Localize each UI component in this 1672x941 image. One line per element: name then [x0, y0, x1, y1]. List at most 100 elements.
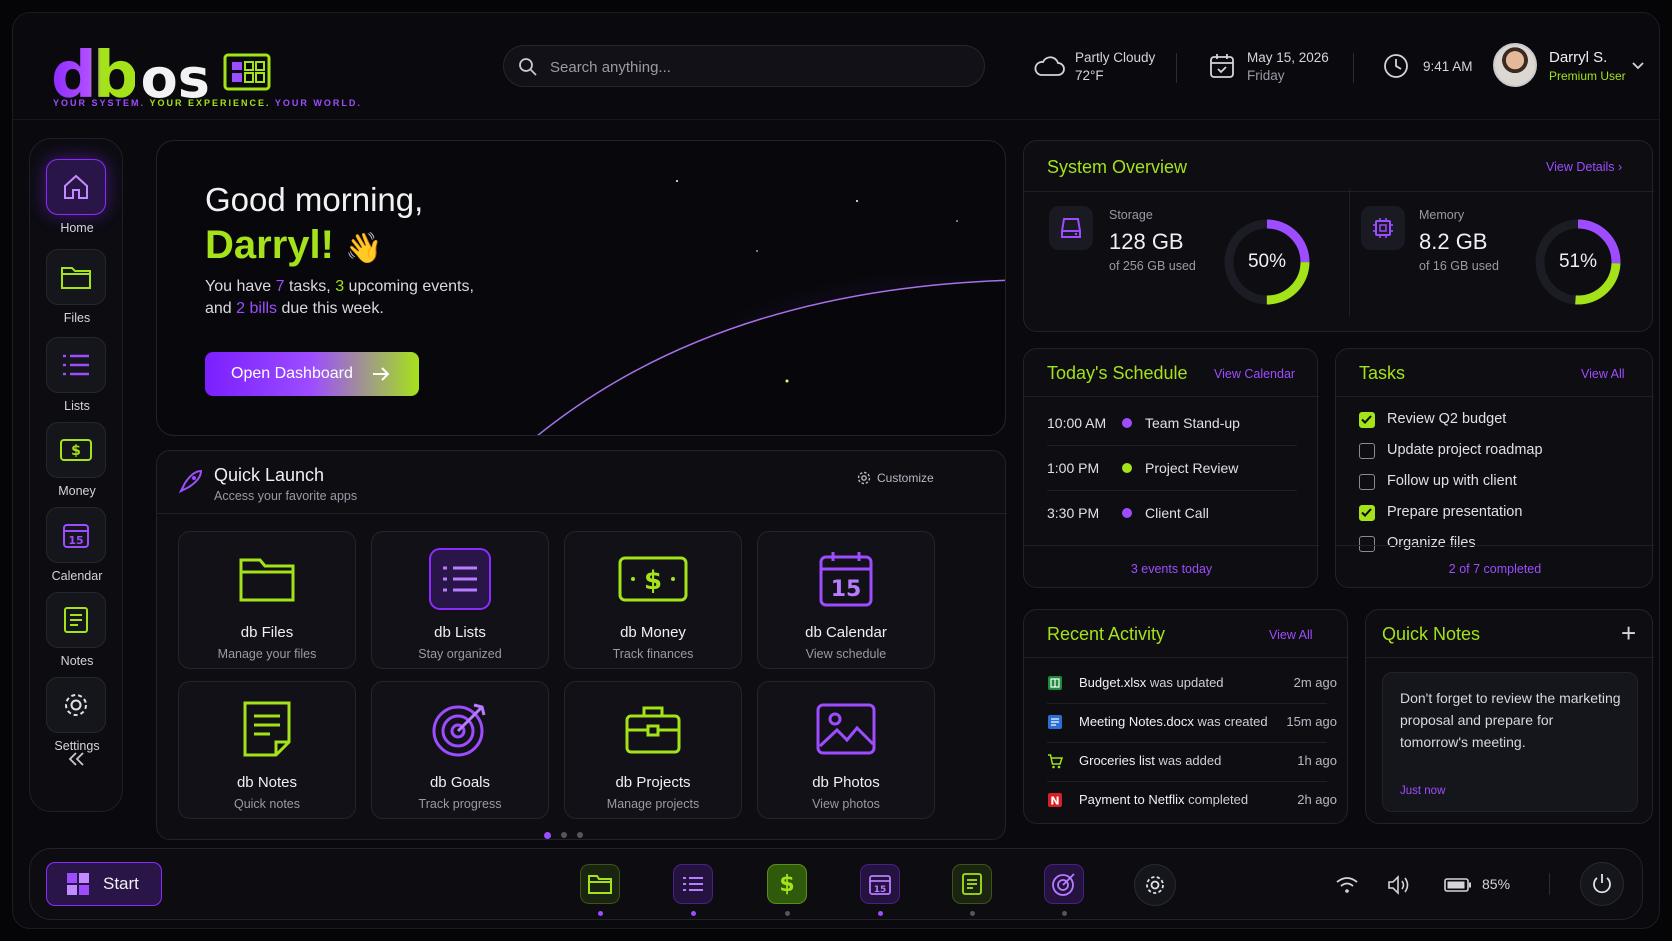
- volume-icon[interactable]: [1387, 875, 1411, 895]
- sidebar-item-settings[interactable]: Settings: [46, 677, 108, 753]
- date-widget[interactable]: May 15, 2026 Friday: [1247, 49, 1329, 85]
- open-dashboard-button[interactable]: Open Dashboard: [205, 352, 419, 396]
- app-db-notes[interactable]: db Notes Quick notes: [178, 681, 356, 819]
- target-icon: [432, 703, 486, 757]
- schedule-event[interactable]: 3:30 PM Client Call: [1047, 505, 1209, 521]
- quick-launch-panel: Quick Launch Access your favorite apps C…: [156, 450, 1007, 840]
- netflix-icon: N: [1048, 793, 1062, 808]
- notes-icon: [962, 873, 982, 895]
- task-item[interactable]: Prepare presentation: [1359, 504, 1629, 524]
- start-button[interactable]: Start: [46, 862, 162, 906]
- target-icon: [1052, 873, 1075, 896]
- spreadsheet-icon: [1048, 676, 1062, 690]
- desktop-frame: db os YOUR SYSTEM. YOUR EXPERIENCE. YOUR …: [12, 12, 1660, 929]
- taskbar-settings[interactable]: [1134, 864, 1176, 906]
- activity-item[interactable]: Meeting Notes.docx was created 15m ago: [1047, 713, 1337, 733]
- chevron-down-icon[interactable]: [1631, 61, 1645, 71]
- quick-notes-title: Quick Notes: [1382, 624, 1481, 644]
- task-item[interactable]: Review Q2 budget: [1359, 411, 1629, 431]
- activity-subject: Budget.xlsx: [1079, 675, 1147, 690]
- taskbar-calendar[interactable]: 15: [860, 864, 900, 904]
- avatar[interactable]: [1493, 43, 1537, 87]
- schedule-panel: Today's Schedule View Calendar 10:00 AM …: [1023, 348, 1319, 588]
- schedule-title: Today's Schedule: [1047, 363, 1188, 383]
- wifi-icon[interactable]: [1335, 876, 1359, 894]
- search-input[interactable]: [550, 55, 950, 79]
- sidebar-item-calendar[interactable]: 15 Calendar: [46, 507, 108, 583]
- power-icon: [1593, 874, 1611, 894]
- task-item[interactable]: Follow up with client: [1359, 473, 1629, 493]
- taskbar-notes[interactable]: [952, 864, 992, 904]
- user-menu[interactable]: Darryl S. Premium User: [1549, 49, 1626, 85]
- sidebar-item-home[interactable]: Home: [46, 159, 108, 235]
- view-all-tasks-link[interactable]: View All: [1581, 367, 1625, 381]
- activity-time: 2h ago: [1297, 792, 1337, 807]
- customize-button[interactable]: Customize: [857, 471, 934, 485]
- schedule-event[interactable]: 10:00 AM Team Stand-up: [1047, 415, 1240, 431]
- gear-icon: [1146, 876, 1164, 894]
- monitor-logo-icon: [223, 53, 271, 91]
- search-bar[interactable]: [503, 45, 985, 87]
- dollar-icon: $: [779, 871, 795, 897]
- sidebar-item-files[interactable]: Files: [46, 249, 108, 325]
- pagination-dots[interactable]: [544, 832, 583, 839]
- app-db-photos[interactable]: db Photos View photos: [757, 681, 935, 819]
- taskbar-money[interactable]: $: [767, 864, 807, 904]
- app-db-goals[interactable]: db Goals Track progress: [371, 681, 549, 819]
- battery-icon[interactable]: [1444, 878, 1472, 892]
- collapse-sidebar-icon[interactable]: [67, 751, 87, 767]
- logo-tagline: YOUR SYSTEM. YOUR EXPERIENCE. YOUR WORLD…: [53, 98, 362, 108]
- cart-icon: [1048, 754, 1063, 769]
- task-item[interactable]: Update project roadmap: [1359, 442, 1629, 462]
- app-db-projects[interactable]: db Projects Manage projects: [564, 681, 742, 819]
- view-details-link[interactable]: View Details ›: [1546, 160, 1622, 174]
- activity-action: completed: [1184, 792, 1249, 807]
- task-checkbox[interactable]: [1359, 443, 1375, 459]
- activity-item[interactable]: Groceries list was added 1h ago: [1047, 752, 1337, 772]
- tasks-completed-link[interactable]: 2 of 7 completed: [1336, 562, 1654, 576]
- image-icon: [816, 703, 876, 755]
- taskbar-files[interactable]: [580, 864, 620, 904]
- activity-item[interactable]: Budget.xlsx was updated 2m ago: [1047, 674, 1337, 694]
- svg-text:$: $: [71, 443, 81, 459]
- view-all-activity-link[interactable]: View All: [1269, 628, 1313, 642]
- battery-percent: 85%: [1482, 876, 1511, 892]
- user-greeting-name: Darryl! 👋: [205, 223, 383, 267]
- taskbar-lists[interactable]: [673, 864, 713, 904]
- drive-icon: [1061, 218, 1081, 238]
- gear-icon: [65, 694, 87, 716]
- cloud-icon: [1034, 56, 1065, 76]
- taskbar: Start $ 15 85%: [29, 848, 1643, 920]
- activity-item[interactable]: N Payment to Netflix completed 2h ago: [1047, 791, 1337, 811]
- svg-text:15: 15: [68, 534, 83, 547]
- app-db-files[interactable]: db Files Manage your files: [178, 531, 356, 669]
- recent-activity-panel: Recent Activity View All Budget.xlsx was…: [1023, 609, 1349, 824]
- task-checkbox[interactable]: [1359, 505, 1375, 521]
- calendar-icon: 15: [869, 875, 891, 895]
- note-text: Don't forget to review the marketing pro…: [1400, 690, 1621, 750]
- app-db-money[interactable]: $ db Money Track finances: [564, 531, 742, 669]
- task-checkbox[interactable]: [1359, 536, 1375, 552]
- sidebar-item-lists[interactable]: Lists: [46, 337, 108, 413]
- app-db-calendar[interactable]: 15 db Calendar View schedule: [757, 531, 935, 669]
- sidebar-item-money[interactable]: $ Money: [46, 422, 108, 498]
- system-overview-title: System Overview: [1047, 157, 1188, 177]
- activity-action: was added: [1154, 753, 1222, 768]
- task-checkbox[interactable]: [1359, 474, 1375, 490]
- weather-widget[interactable]: Partly Cloudy 72°F: [1075, 49, 1155, 85]
- tasks-panel: Tasks View All Review Q2 budget Update pr…: [1335, 348, 1654, 588]
- power-button[interactable]: [1580, 862, 1624, 906]
- sidebar-item-notes[interactable]: Notes: [46, 592, 108, 668]
- activity-action: was created: [1193, 714, 1268, 729]
- add-note-button[interactable]: +: [1621, 618, 1636, 649]
- taskbar-goals[interactable]: [1044, 864, 1084, 904]
- calendar-icon: 15: [63, 524, 89, 548]
- note-card[interactable]: Don't forget to review the marketing pro…: [1382, 672, 1638, 812]
- welcome-banner: Good morning, Darryl! 👋 You have 7 tasks…: [156, 140, 1006, 436]
- app-db-lists[interactable]: db Lists Stay organized: [371, 531, 549, 669]
- events-count-link[interactable]: 3 events today: [1024, 562, 1319, 576]
- schedule-event[interactable]: 1:00 PM Project Review: [1047, 460, 1238, 476]
- view-calendar-link[interactable]: View Calendar: [1214, 367, 1295, 381]
- task-checkbox[interactable]: [1359, 412, 1375, 428]
- storage-donut: 50%: [1221, 216, 1313, 308]
